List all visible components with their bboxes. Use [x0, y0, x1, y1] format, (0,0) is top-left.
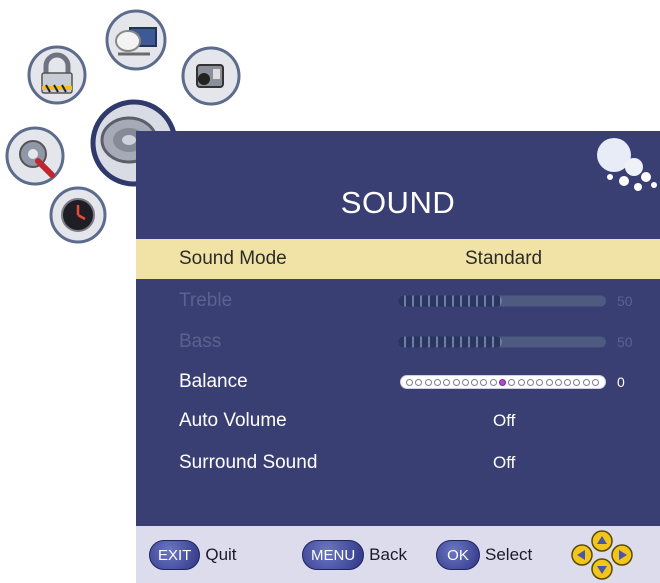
bass-label: Bass — [179, 331, 222, 352]
balance-dot — [573, 379, 581, 386]
balance-dot — [433, 379, 441, 386]
balance-dot — [443, 379, 451, 386]
balance-dot — [508, 379, 516, 386]
exit-hint[interactable]: EXIT Quit — [149, 540, 237, 570]
balance-dot — [480, 379, 488, 386]
menu-item-auto-volume[interactable]: Auto Volume Off — [136, 401, 660, 441]
balance-dot — [415, 379, 423, 386]
balance-dot — [564, 379, 572, 386]
balance-dot — [545, 379, 553, 386]
balance-dot — [461, 379, 469, 386]
surround-sound-label: Surround Sound — [179, 452, 318, 473]
auto-volume-value: Off — [493, 411, 516, 430]
balance-dot — [517, 379, 525, 386]
settings-tools-icon[interactable] — [4, 125, 66, 187]
menu-item-surround-sound[interactable]: Surround Sound Off — [136, 443, 660, 483]
balance-dot — [424, 379, 432, 386]
balance-label: Balance — [179, 371, 248, 392]
balance-slider[interactable] — [400, 375, 606, 389]
menu-item-sound-mode[interactable]: Sound Mode Standard — [136, 239, 660, 279]
menu-button[interactable]: MENU — [302, 540, 365, 570]
treble-label: Treble — [179, 290, 233, 311]
sound-mode-value: Standard — [465, 248, 543, 269]
balance-dot — [452, 379, 460, 386]
balance-marker — [499, 379, 506, 386]
satellite-tv-icon[interactable] — [104, 8, 168, 72]
sound-mode-label: Sound Mode — [179, 248, 287, 269]
exit-button[interactable]: EXIT — [149, 540, 201, 570]
camcorder-icon[interactable] — [180, 45, 242, 107]
menu-title: SOUND — [340, 185, 456, 220]
menu-hint[interactable]: MENU Back — [302, 540, 407, 570]
balance-value: 0 — [617, 374, 625, 390]
balance-dot — [526, 379, 534, 386]
balance-dot — [592, 379, 599, 386]
bass-slider — [398, 336, 606, 348]
bass-fill — [398, 336, 502, 348]
back-label: Back — [369, 545, 407, 564]
menu-item-treble: Treble 50 — [136, 281, 660, 321]
bass-value: 50 — [617, 334, 633, 350]
treble-fill — [398, 295, 502, 307]
ok-button[interactable]: OK — [436, 540, 480, 570]
menu-item-balance[interactable]: Balance 0 — [136, 362, 660, 402]
balance-dot — [471, 379, 479, 386]
clock-icon[interactable] — [48, 185, 108, 245]
ok-hint[interactable]: OK Select — [436, 540, 532, 570]
sound-menu-panel: SOUND Sound Mode Standard Treble 50 Bass… — [136, 131, 660, 526]
balance-dot — [489, 379, 497, 386]
select-label: Select — [485, 545, 533, 564]
auto-volume-label: Auto Volume — [179, 410, 287, 431]
footer-key-hints: EXIT Quit MENU Back OK Select — [136, 526, 660, 583]
treble-value: 50 — [617, 293, 633, 309]
exit-label: Quit — [205, 545, 237, 564]
treble-slider — [398, 295, 606, 307]
balance-dot — [536, 379, 544, 386]
lock-icon[interactable] — [26, 44, 88, 106]
balance-dot — [582, 379, 590, 386]
balance-dot — [554, 379, 562, 386]
arrow-pad-icon — [571, 530, 633, 580]
surround-sound-value: Off — [493, 453, 516, 472]
balance-dot — [406, 379, 413, 386]
menu-item-bass: Bass 50 — [136, 322, 660, 362]
